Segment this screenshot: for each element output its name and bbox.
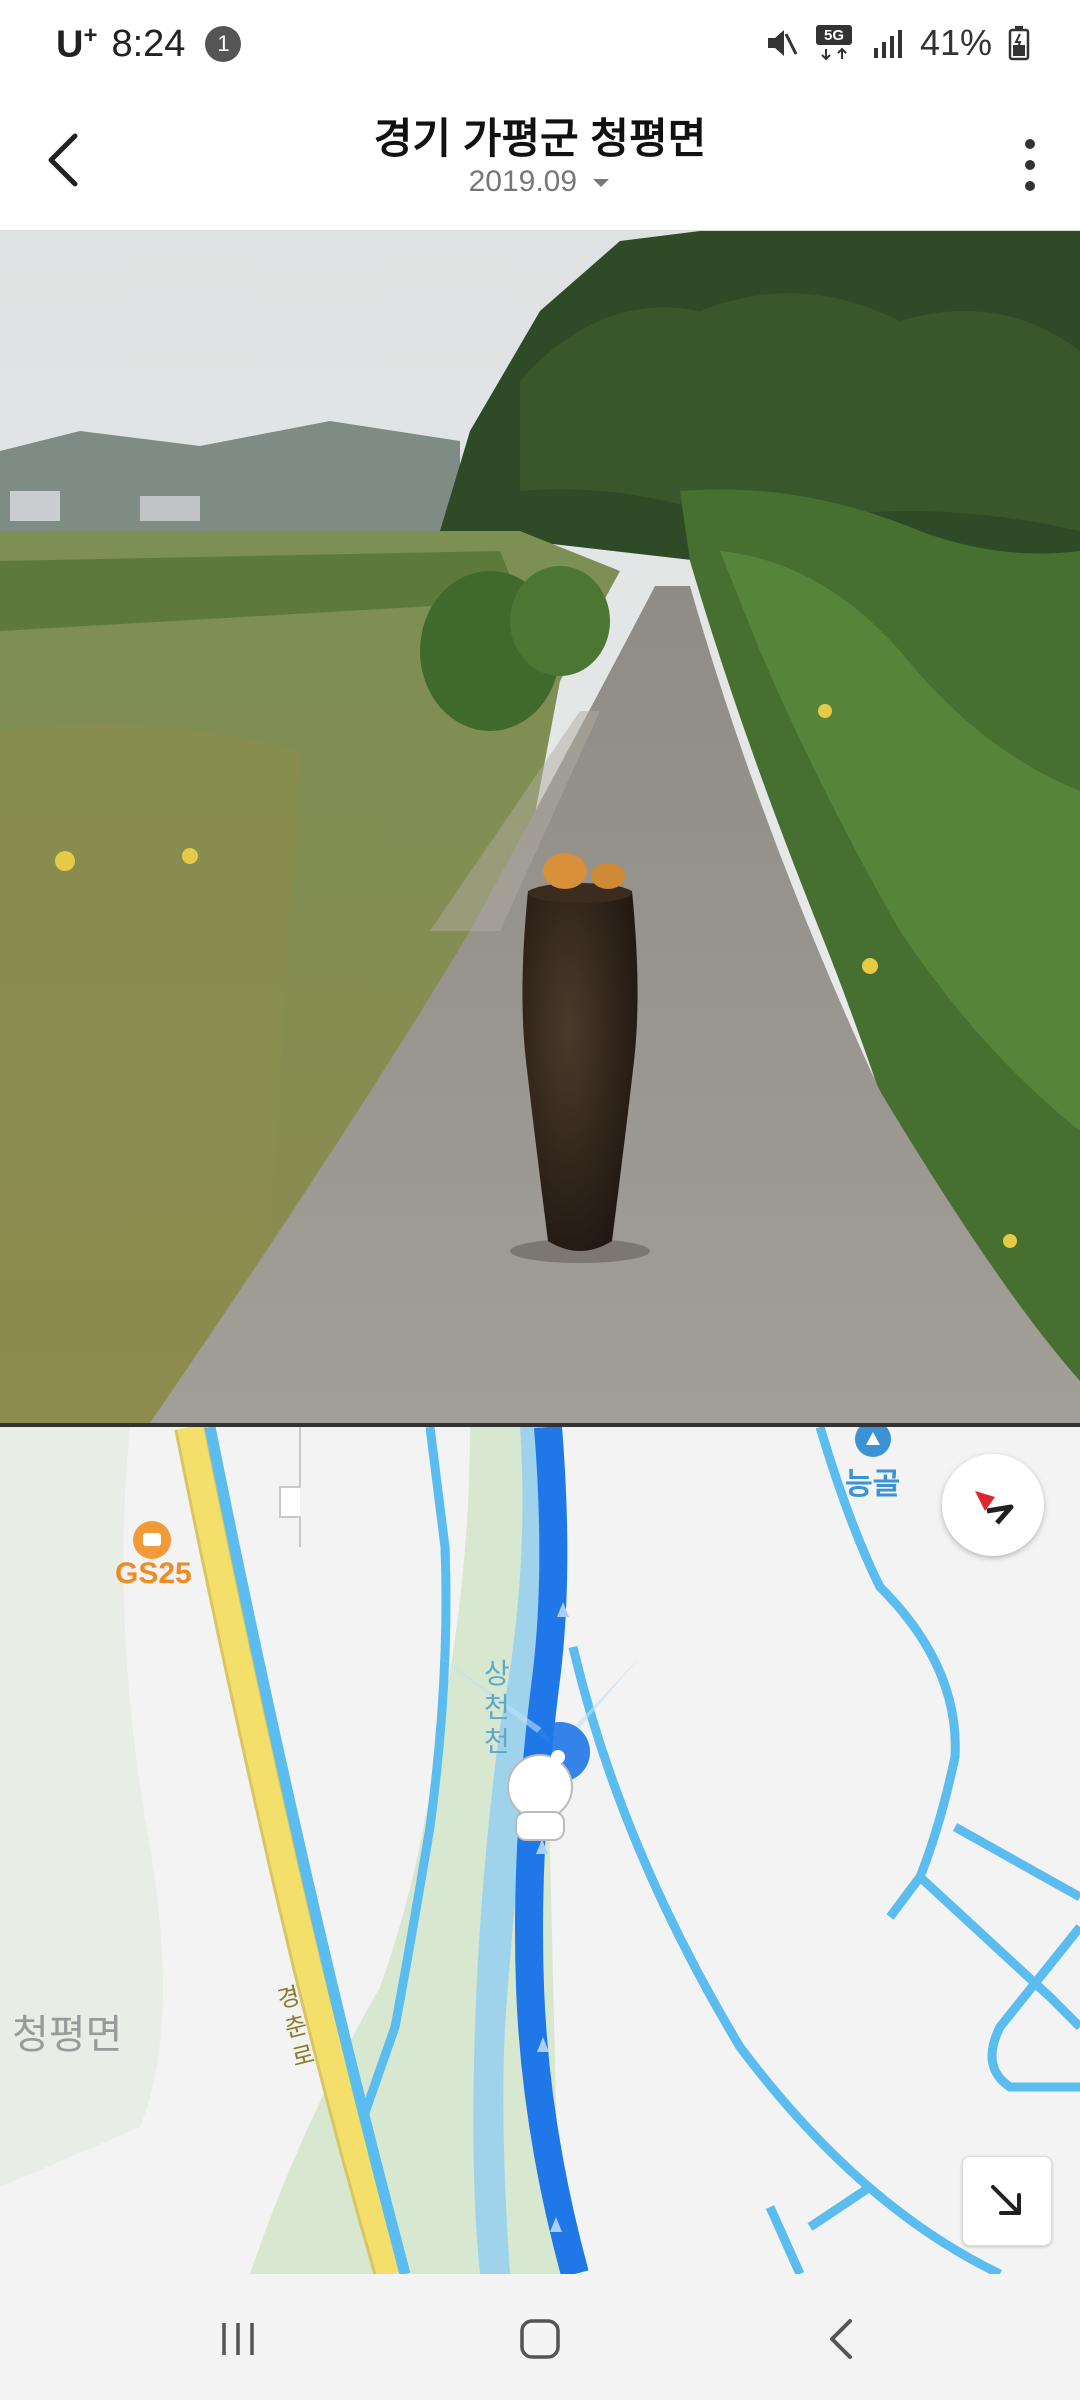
battery-icon bbox=[1008, 26, 1030, 61]
map-canvas bbox=[0, 1427, 1080, 2274]
date-selector[interactable]: 2019.09 bbox=[0, 165, 1080, 199]
status-left: U+ 8:24 1 bbox=[56, 22, 242, 67]
compass-button[interactable] bbox=[942, 1454, 1044, 1556]
street-view-scene bbox=[0, 231, 1080, 1423]
more-vertical-icon bbox=[1025, 139, 1035, 191]
date-label: 2019.09 bbox=[468, 165, 578, 198]
app-header: 경기 가평군 청평면 2019.09 bbox=[0, 95, 1080, 232]
svg-text:5G: 5G bbox=[824, 27, 844, 44]
location-title: 경기 가평군 청평면 bbox=[373, 115, 707, 162]
street-view-photo[interactable] bbox=[0, 231, 1080, 1423]
carrier-label: U+ bbox=[56, 22, 98, 66]
poi-neunggol-label[interactable]: 능골 bbox=[845, 1459, 900, 1503]
recent-apps-button[interactable] bbox=[198, 2304, 278, 2374]
system-back-button[interactable] bbox=[802, 2304, 882, 2374]
river-label: 상천천 bbox=[484, 1658, 510, 1757]
home-icon bbox=[520, 2319, 560, 2359]
poi-gs25-label[interactable]: GS25 bbox=[115, 1557, 192, 1591]
home-button[interactable] bbox=[500, 2304, 580, 2374]
system-nav-bar bbox=[0, 2274, 1080, 2400]
area-label: 청평면 bbox=[12, 2013, 123, 2057]
map-view[interactable]: GS25 능골 상천천 경춘로 청평면 bbox=[0, 1427, 1080, 2274]
recent-apps-icon bbox=[222, 2323, 254, 2355]
battery-percent: 41% bbox=[919, 22, 992, 63]
arrow-down-right-icon bbox=[991, 2185, 1021, 2215]
mute-icon bbox=[767, 30, 798, 56]
compass-icon bbox=[975, 1491, 1014, 1525]
back-icon bbox=[830, 2319, 852, 2359]
expand-map-button[interactable] bbox=[962, 2156, 1052, 2246]
5g-icon: 5G bbox=[815, 25, 852, 61]
signal-icon bbox=[873, 30, 902, 58]
clock: 8:24 bbox=[111, 22, 186, 65]
dropdown-arrow-icon bbox=[593, 179, 610, 188]
more-options-button[interactable] bbox=[1000, 125, 1060, 205]
status-bar: U+ 8:24 1 5G 41% bbox=[0, 0, 1080, 95]
notification-badge: 1 bbox=[205, 26, 242, 63]
status-right: 5G 41% bbox=[764, 22, 1030, 64]
